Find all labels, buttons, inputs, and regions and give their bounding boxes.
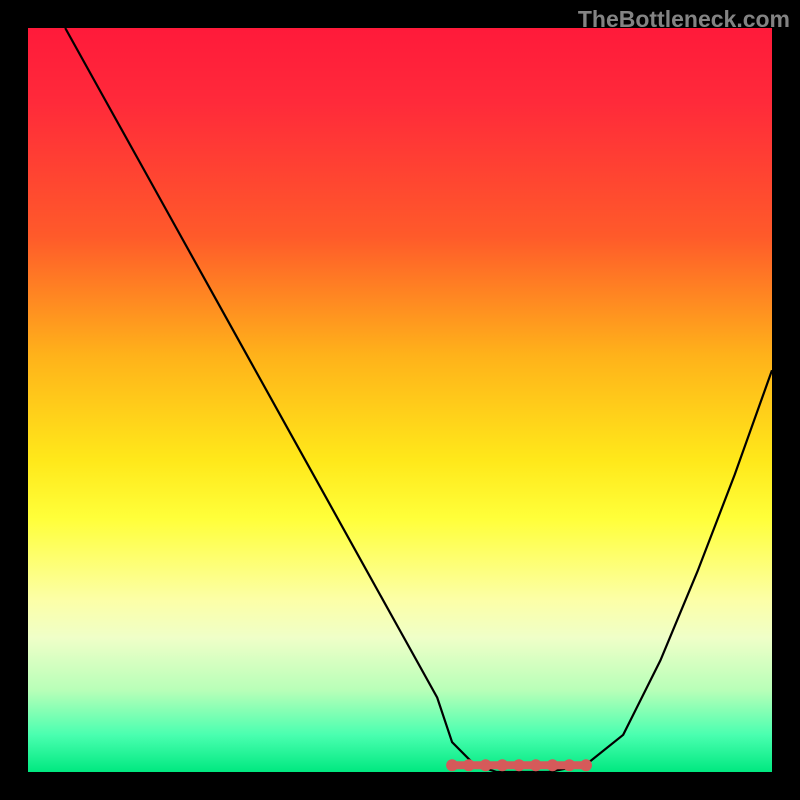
bottleneck-curve <box>65 28 772 772</box>
chart-svg <box>28 28 772 772</box>
optimal-range-bar <box>452 761 586 769</box>
chart-stage: TheBottleneck.com <box>0 0 800 800</box>
plot-area <box>28 28 772 772</box>
